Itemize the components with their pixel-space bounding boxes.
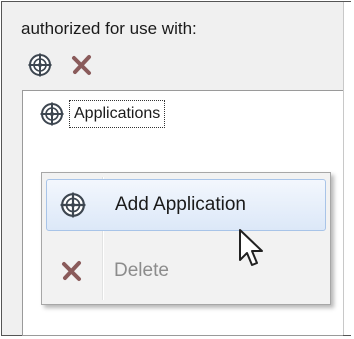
mouse-pointer-icon <box>239 229 263 266</box>
tree-item-applications[interactable]: Applications <box>39 100 166 128</box>
authorization-panel: authorized for use with: Applications Ad… <box>1 1 353 336</box>
delete-x-icon <box>72 55 91 75</box>
target-icon <box>47 192 99 218</box>
target-icon <box>39 101 65 127</box>
menu-item-label: Delete <box>114 260 169 281</box>
menu-item-add-application[interactable]: Add Application <box>46 179 326 231</box>
panel-title: authorized for use with: <box>21 19 197 38</box>
target-add-icon <box>28 53 52 77</box>
panel-right-edge <box>343 2 353 335</box>
add-application-toolbar-button[interactable] <box>25 50 55 80</box>
delete-toolbar-button[interactable] <box>67 50 97 80</box>
tree-item-label: Applications <box>69 100 166 128</box>
delete-x-icon <box>46 260 98 282</box>
menu-item-delete[interactable]: Delete <box>46 245 326 297</box>
menu-item-label: Add Application <box>115 194 246 215</box>
context-menu: Add Application Delete <box>41 172 331 305</box>
